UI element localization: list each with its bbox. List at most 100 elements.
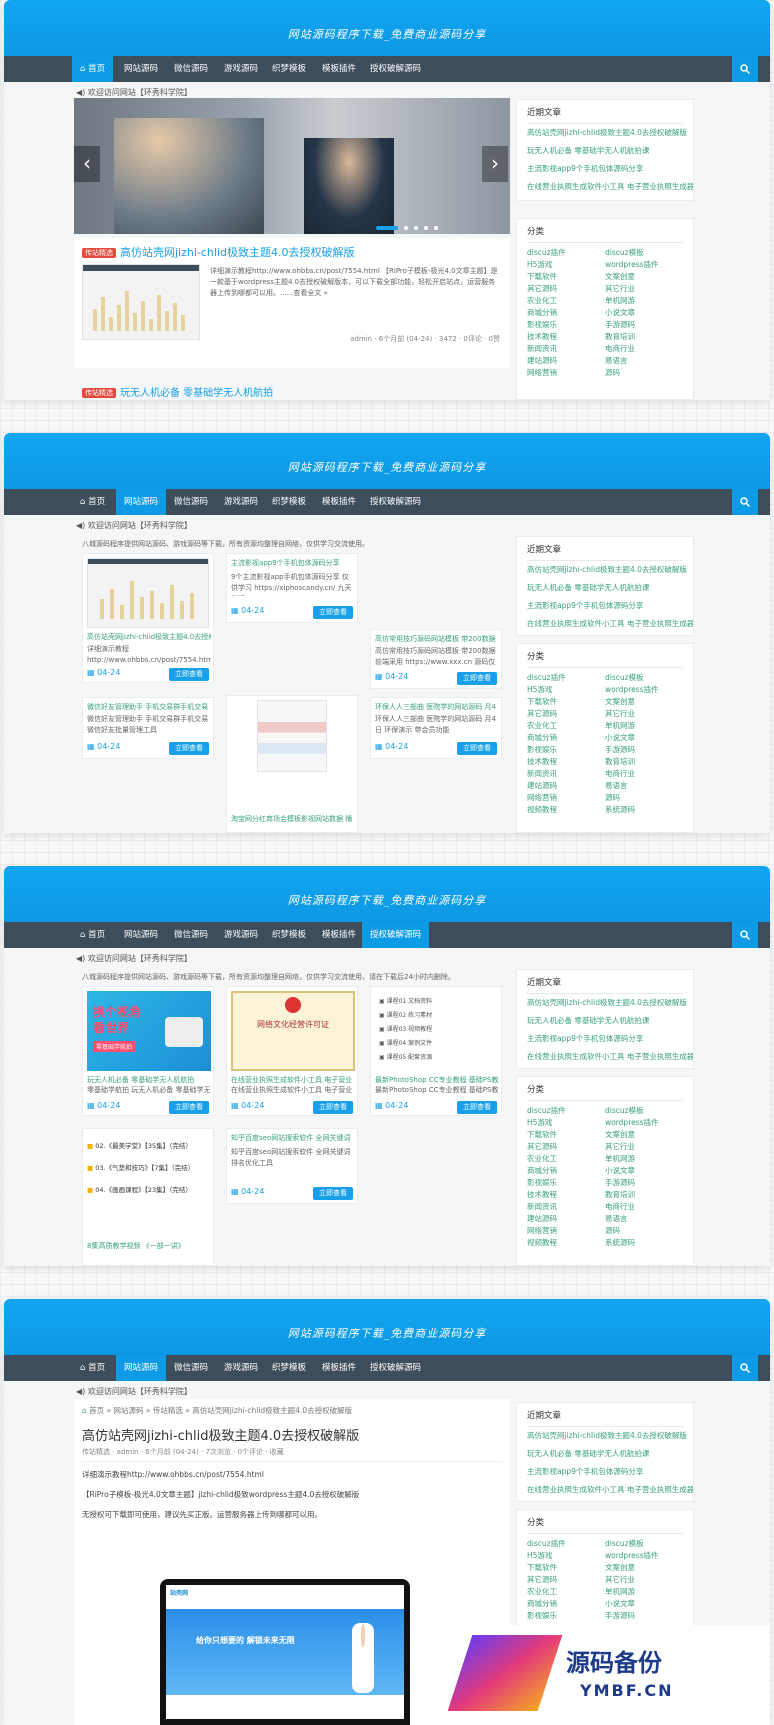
category-link[interactable]: 其它行业 [605, 708, 683, 720]
category-link[interactable]: discuz模板 [605, 672, 683, 684]
category-link[interactable]: 其它源码 [527, 1574, 605, 1586]
category-link[interactable]: 网络营销 [527, 1225, 605, 1237]
nav-game-source[interactable]: 游戏源码 [216, 56, 266, 82]
nav-game-source[interactable]: 游戏源码 [216, 489, 266, 515]
card-title[interactable]: 环保人人三部曲 医院学的网站源码 月4 [375, 702, 499, 712]
card-title[interactable]: 玩无人机必备 零基础学无人机航拍 [87, 1075, 211, 1085]
category-link[interactable]: 教育培训 [605, 1189, 683, 1201]
category-link[interactable]: 其它源码 [527, 708, 605, 720]
grid-card[interactable]: 换个视角 看世界 零基础学航拍 玩无人机必备 零基础学无人机航拍 零基础学航拍 … [82, 986, 214, 1116]
category-link[interactable]: 网络营销 [527, 792, 605, 804]
category-link[interactable]: 系统源码 [605, 804, 683, 816]
category-link[interactable]: 新闻资讯 [527, 343, 605, 355]
recent-link[interactable]: 主流影视app9个手机包体源码分享 [517, 1463, 693, 1481]
nav-wechat-source[interactable]: 微信源码 [166, 489, 216, 515]
search-button[interactable] [732, 489, 758, 515]
recent-link[interactable]: 玩无人机必备 零基础学无人机航拍课 [517, 1012, 693, 1030]
category-link[interactable]: discuz模板 [605, 1105, 683, 1117]
nav-dede-templates[interactable]: 织梦模板 [264, 489, 314, 515]
view-button[interactable]: 立即查看 [169, 742, 209, 755]
category-link[interactable]: 小说文章 [605, 307, 683, 319]
nav-home[interactable]: ⌂ 首页 [72, 489, 113, 515]
slider-prev-button[interactable]: ‹ [74, 146, 100, 182]
category-link[interactable]: 网络营销 [527, 367, 605, 379]
category-link[interactable]: discuz插件 [527, 1105, 605, 1117]
nav-web-source[interactable]: 网站源码 [116, 489, 167, 515]
category-link[interactable]: 教育培训 [605, 331, 683, 343]
category-link[interactable]: 源码 [605, 367, 683, 379]
category-link[interactable]: 电商行业 [605, 768, 683, 780]
card-title[interactable]: 最新PhotoShop CC专业教程 基础PS教 [375, 1075, 499, 1085]
card-title[interactable]: 在线营业执照生成软件小工具 电子营业 [231, 1075, 355, 1085]
card-title[interactable]: 高仿站壳网jizhi-chlid极致主题4.0去授权 [87, 632, 211, 642]
category-link[interactable]: 文案创意 [605, 1562, 683, 1574]
view-button[interactable]: 立即查看 [169, 1101, 209, 1114]
nav-plugins[interactable]: 模板插件 [314, 56, 364, 82]
recent-link[interactable]: 高仿站壳网jizhi-chlid极致主题4.0去授权破解版 [517, 561, 693, 579]
category-link[interactable]: 农业化工 [527, 720, 605, 732]
category-link[interactable]: 手游源码 [605, 744, 683, 756]
post-thumbnail[interactable] [82, 264, 200, 340]
category-link[interactable]: 商城分销 [527, 732, 605, 744]
category-link[interactable]: 建站源码 [527, 780, 605, 792]
category-link[interactable]: 下载软件 [527, 1129, 605, 1141]
category-link[interactable]: 小说文章 [605, 1598, 683, 1610]
slider-next-button[interactable]: › [482, 146, 508, 182]
recent-link[interactable]: 高仿站壳网jizhi-chlid极致主题4.0去授权破解版 [517, 1427, 693, 1445]
card-thumbnail-promo[interactable]: 换个视角 看世界 零基础学航拍 [87, 991, 211, 1071]
card-title[interactable]: 微信好友管理助手 手机交易群手机交易 [87, 702, 211, 712]
category-link[interactable]: 电商行业 [605, 343, 683, 355]
category-link[interactable]: 单机网游 [605, 1586, 683, 1598]
slider-dots[interactable] [376, 226, 476, 230]
view-button[interactable]: 立即查看 [313, 606, 353, 619]
category-link[interactable]: discuz插件 [527, 1538, 605, 1550]
category-link[interactable]: 单机网游 [605, 720, 683, 732]
view-button[interactable]: 立即查看 [457, 742, 497, 755]
category-link[interactable]: 单机网游 [605, 1153, 683, 1165]
nav-plugins[interactable]: 模板插件 [314, 1355, 364, 1381]
category-link[interactable]: 文案创意 [605, 271, 683, 283]
category-link[interactable]: 影视娱乐 [527, 319, 605, 331]
recent-link[interactable]: 在线营业执照生成软件小工具 电子营业执照生成器 [517, 615, 693, 633]
category-link[interactable]: 源码 [605, 1225, 683, 1237]
card-title[interactable]: 淘宝网分红商场会模板影视网站数据 播 [231, 814, 355, 824]
nav-dede-templates[interactable]: 织梦模板 [264, 1355, 314, 1381]
grid-card[interactable]: 知乎百度seo网站搜索软件 全网关键词 知乎百度seo网站搜索软件 全网关键词排… [226, 1128, 358, 1204]
nav-game-source[interactable]: 游戏源码 [216, 1355, 266, 1381]
category-link[interactable]: discuz插件 [527, 247, 605, 259]
view-button[interactable]: 立即查看 [313, 1101, 353, 1114]
category-link[interactable]: 教育培训 [605, 756, 683, 768]
recent-link[interactable]: 主流影视app9个手机包体源码分享 [517, 160, 693, 178]
recent-link[interactable]: 主流影视app9个手机包体源码分享 [517, 1030, 693, 1048]
category-link[interactable]: 易语言 [605, 355, 683, 367]
category-link[interactable]: 商城分销 [527, 307, 605, 319]
category-link[interactable]: 农业化工 [527, 1153, 605, 1165]
grid-card[interactable]: 主流影视app9个手机包体源码分享 9个主流影视app手机包体源码分享 仅供学习… [226, 553, 358, 623]
category-link[interactable]: 文案创意 [605, 696, 683, 708]
category-link[interactable]: 视频教程 [527, 1237, 605, 1249]
category-link[interactable]: 新闻资讯 [527, 768, 605, 780]
card-thumbnail-files[interactable]: ▣ 课程01 文档资料 ▣ 课程02 练习素材 ▣ 课程03 视频教程 ▣ 课程… [375, 991, 499, 1071]
category-link[interactable]: 视频教程 [527, 804, 605, 816]
category-link[interactable]: discuz模板 [605, 247, 683, 259]
category-link[interactable]: 下载软件 [527, 696, 605, 708]
nav-home[interactable]: ⌂ 首页 [72, 56, 114, 82]
recent-link[interactable]: 主流影视app9个手机包体源码分享 [517, 597, 693, 615]
category-link[interactable]: 其它行业 [605, 283, 683, 295]
category-link[interactable]: 手游源码 [605, 1610, 683, 1622]
card-title[interactable]: 主流影视app9个手机包体源码分享 [231, 558, 355, 568]
card-thumbnail-license[interactable]: 网络文化经营许可证 [231, 991, 355, 1071]
category-link[interactable]: 影视娱乐 [527, 1177, 605, 1189]
search-button[interactable] [732, 56, 758, 82]
category-link[interactable]: wordpress插件 [605, 1117, 683, 1129]
recent-link[interactable]: 玩无人机必备 零基础学无人机航拍课 [517, 1445, 693, 1463]
category-link[interactable]: 源码 [605, 792, 683, 804]
category-link[interactable]: 单机网游 [605, 295, 683, 307]
grid-card[interactable]: ▣ 课程01 文档资料 ▣ 课程02 练习素材 ▣ 课程03 视频教程 ▣ 课程… [370, 986, 502, 1116]
nav-crack-source[interactable]: 授权破解源码 [362, 489, 429, 515]
category-link[interactable]: H5游戏 [527, 684, 605, 696]
grid-card[interactable]: 微信好友管理助手 手机交易群手机交易 微信好友管理助手 手机交易群手机交易微信好… [82, 697, 214, 759]
category-link[interactable]: 商城分销 [527, 1165, 605, 1177]
card-title[interactable]: 高仿常用技巧源码网站模板 带200数据 [375, 634, 499, 644]
nav-web-source[interactable]: 网站源码 [116, 922, 166, 948]
